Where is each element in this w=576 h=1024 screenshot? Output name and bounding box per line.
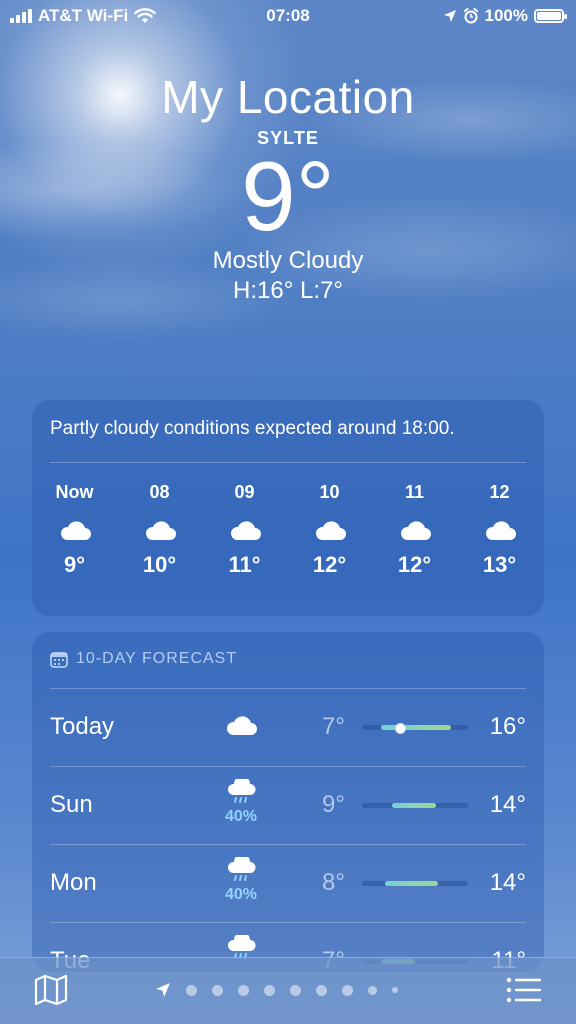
- ten-day-forecast-card[interactable]: 10-DAY FORECAST Today 7° 16° Sun 40% 9° …: [32, 632, 544, 972]
- hour-temp: 10°: [142, 552, 177, 577]
- page-dot: [186, 984, 197, 996]
- temperature-range-bar: [362, 723, 468, 734]
- precip-chance: 40%: [224, 886, 258, 903]
- hour-time: Now: [55, 482, 94, 502]
- hourly-forecast-card[interactable]: Partly cloudy conditions expected around…: [32, 400, 544, 616]
- cloud-icon: [60, 521, 91, 540]
- location-title: My Location: [161, 71, 415, 123]
- high-low: H:16° L:7°: [233, 277, 343, 304]
- day-low: 7°: [322, 713, 345, 740]
- page-dot: [264, 984, 275, 996]
- temperature-range-bar: [362, 881, 468, 886]
- hour-time: 12: [489, 482, 510, 502]
- location-arrow-icon: [156, 983, 170, 997]
- location-arrow-icon: [443, 10, 456, 22]
- page-dot: [238, 984, 249, 996]
- alarm-icon: [463, 8, 478, 24]
- current-condition: Mostly Cloudy: [212, 247, 364, 274]
- hour-temp: 13°: [482, 552, 517, 577]
- day-low: 9°: [322, 791, 345, 818]
- hour-temp: 12°: [397, 552, 432, 577]
- day-row[interactable]: Mon 40% 8° 14°: [50, 844, 526, 922]
- page-dot: [212, 984, 223, 996]
- range-fill: [381, 725, 452, 730]
- cloud-rain-icon: [227, 854, 256, 881]
- hour-item: 10 12°: [287, 482, 372, 578]
- current-weather: My Location SYLTE 9° Mostly Cloudy H:16°…: [0, 70, 576, 305]
- map-icon[interactable]: [34, 974, 68, 1006]
- day-high: 14°: [489, 791, 526, 818]
- bottom-toolbar: [0, 957, 576, 1024]
- range-fill: [385, 881, 439, 886]
- page-dot: [290, 984, 301, 996]
- hour-temp: 9°: [63, 552, 86, 577]
- cloud-icon: [230, 521, 261, 540]
- divider: [50, 462, 526, 463]
- hour-item: 12 13°: [457, 482, 542, 578]
- day-row[interactable]: Today 7° 16°: [50, 688, 526, 766]
- page-dot: [368, 985, 377, 995]
- cloud-rain-icon: [227, 776, 256, 803]
- cloud-icon: [315, 521, 346, 540]
- hour-temp: 11°: [228, 552, 261, 577]
- ten-day-header: 10-DAY FORECAST: [50, 650, 237, 668]
- hour-item: 11 12°: [372, 482, 457, 578]
- day-row[interactable]: Sun 40% 9° 14°: [50, 766, 526, 844]
- current-temp-dot: [395, 723, 407, 734]
- current-temperature: 9°: [241, 141, 335, 251]
- page-dot: [342, 984, 353, 996]
- cloud-icon: [400, 521, 431, 540]
- hour-item: 09 11°: [202, 482, 287, 578]
- precip-chance: 40%: [224, 808, 258, 825]
- page-dot: [392, 987, 398, 993]
- list-icon[interactable]: [506, 976, 542, 1004]
- range-fill: [391, 803, 437, 808]
- hour-item: Now 9°: [32, 482, 117, 578]
- page-indicator[interactable]: [155, 982, 398, 998]
- hour-time: 09: [234, 482, 255, 502]
- hourly-list: Now 9° 08 10° 09 11° 10 12° 11 12° 12 13…: [32, 482, 544, 578]
- day-name: Today: [50, 713, 115, 740]
- forecast-summary: Partly cloudy conditions expected around…: [50, 418, 455, 439]
- day-low: 8°: [322, 869, 345, 896]
- cloud-icon: [226, 716, 257, 735]
- page-dot: [316, 984, 327, 996]
- hour-item: 08 10°: [117, 482, 202, 578]
- hour-time: 10: [319, 482, 340, 502]
- day-name: Mon: [50, 869, 97, 896]
- hour-temp: 12°: [312, 552, 347, 577]
- ten-day-title: 10-DAY FORECAST: [76, 650, 238, 667]
- calendar-icon: [50, 651, 68, 668]
- day-high: 16°: [489, 713, 526, 740]
- day-high: 14°: [489, 869, 526, 896]
- hour-time: 11: [404, 482, 425, 502]
- cloud-icon: [145, 521, 176, 540]
- cloud-icon: [485, 521, 516, 540]
- battery-percent: 100%: [484, 6, 528, 25]
- hour-time: 08: [149, 482, 170, 502]
- status-bar: AT&T Wi-Fi 07:08 100%: [0, 0, 576, 32]
- day-name: Sun: [50, 791, 93, 818]
- battery-icon: [534, 9, 567, 23]
- temperature-range-bar: [362, 803, 468, 808]
